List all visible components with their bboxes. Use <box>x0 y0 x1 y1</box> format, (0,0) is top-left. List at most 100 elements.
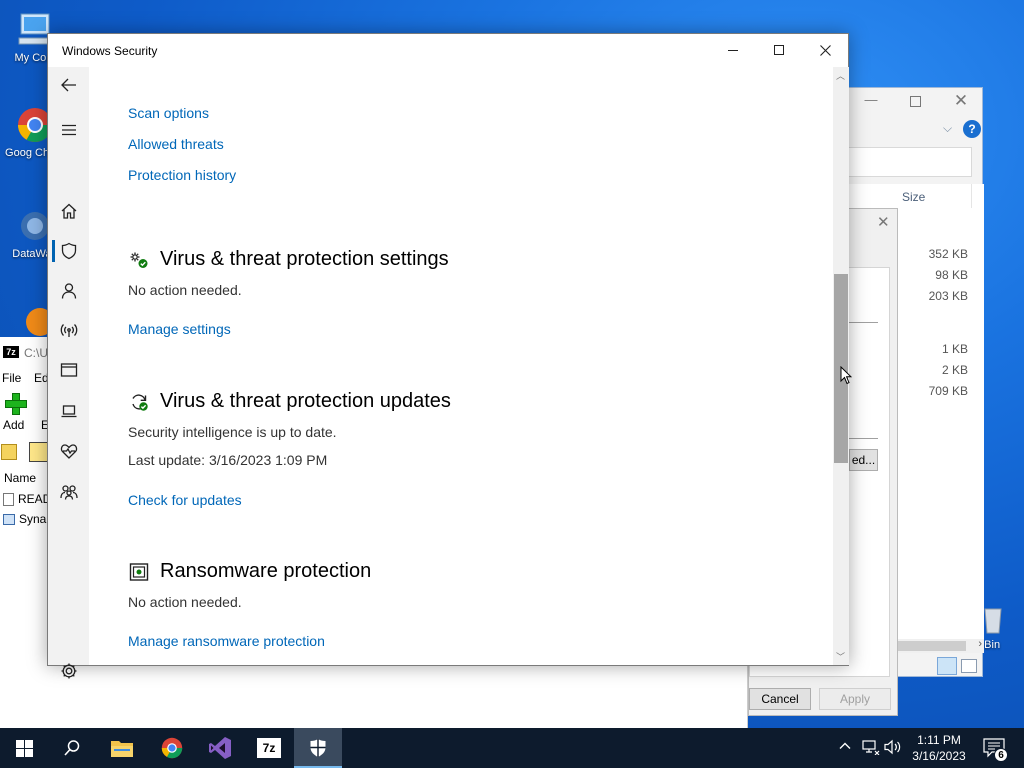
chevron-down-icon[interactable]: ⌵ <box>943 121 952 136</box>
archive-icon[interactable] <box>29 442 49 462</box>
installer-icon <box>3 513 15 525</box>
shield-icon <box>61 242 76 260</box>
folder-icon <box>111 741 133 757</box>
scroll-down-icon[interactable]: ﹀ <box>836 650 845 663</box>
minimize-button[interactable] <box>710 34 756 66</box>
sidebar-item-home[interactable] <box>48 194 89 228</box>
last-update-text: Last update: 3/16/2023 1:09 PM <box>128 452 328 468</box>
apply-button[interactable]: Apply <box>819 688 891 710</box>
windows-logo-icon <box>15 739 33 757</box>
up-folder-icon[interactable] <box>1 444 17 460</box>
windows-security-window[interactable]: Windows Security Scan options Allowed th… <box>47 33 849 679</box>
search-icon <box>64 740 80 756</box>
recycle-bin-icon <box>983 605 1003 635</box>
advanced-button[interactable]: ed... <box>849 449 878 471</box>
gear-shield-icon <box>128 249 150 271</box>
maximize-button[interactable] <box>756 34 802 66</box>
file-size: 352 KB <box>928 247 968 261</box>
allowed-threats-link[interactable]: Allowed threats <box>128 136 224 152</box>
sidebar-item-account-protection[interactable] <box>48 274 89 308</box>
taskbar-chrome[interactable] <box>148 728 196 768</box>
start-button[interactable] <box>0 728 48 768</box>
heart-pulse-icon <box>60 444 77 459</box>
column-header-size[interactable]: Size <box>902 190 925 204</box>
back-button[interactable] <box>48 68 89 102</box>
action-center-button[interactable]: 6 <box>980 736 1010 762</box>
chrome-icon <box>161 737 183 759</box>
sidebar-item-firewall[interactable] <box>48 313 89 347</box>
sidebar <box>48 67 89 679</box>
sidebar-item-device-performance[interactable] <box>48 434 89 468</box>
list-item[interactable]: READ <box>3 492 51 506</box>
person-icon <box>61 283 76 299</box>
manage-settings-link[interactable]: Manage settings <box>128 321 231 337</box>
ransomware-icon <box>128 561 150 583</box>
maximize-button[interactable] <box>895 94 935 116</box>
sidebar-item-device-security[interactable] <box>48 394 89 428</box>
refresh-icon <box>128 391 150 413</box>
help-icon[interactable]: ? <box>963 120 981 138</box>
taskbar-7zip[interactable]: 7z <box>245 728 293 768</box>
window-title: Windows Security <box>62 44 158 58</box>
add-label: Add <box>3 418 25 432</box>
file-size: 2 KB <box>941 363 968 377</box>
main-content: Scan options Allowed threats Protection … <box>89 67 833 665</box>
desktop-icon-orange-app[interactable] <box>12 300 54 342</box>
taskbar: 7z 1:11 PM 3/16/2023 6 <box>0 728 1024 768</box>
app-window-icon <box>60 363 77 377</box>
heading-text: Ransomware protection <box>160 560 372 582</box>
taskbar-visual-studio[interactable] <box>196 728 244 768</box>
search-button[interactable] <box>48 728 96 768</box>
protection-history-link[interactable]: Protection history <box>128 167 236 183</box>
taskbar-file-explorer[interactable] <box>98 728 146 768</box>
7zip-icon: 7z <box>3 346 19 358</box>
add-button[interactable]: Add <box>3 393 31 433</box>
wireless-icon <box>60 324 77 337</box>
clock[interactable]: 1:11 PM 3/16/2023 <box>906 732 972 764</box>
cancel-button[interactable]: Cancel <box>749 688 811 710</box>
sidebar-item-app-browser[interactable] <box>48 353 89 387</box>
details-view-icon[interactable] <box>937 657 957 675</box>
address-bar[interactable] <box>848 147 972 177</box>
shield-icon <box>310 739 326 757</box>
menu-button[interactable] <box>48 113 89 147</box>
section-heading-settings: Virus & threat protection settings <box>128 248 449 271</box>
large-icons-view-icon[interactable] <box>961 659 977 673</box>
scan-options-link[interactable]: Scan options <box>128 105 209 121</box>
scroll-up-icon[interactable]: ︿ <box>836 69 845 82</box>
notification-badge: 6 <box>994 748 1008 762</box>
minimize-button[interactable]: — <box>851 92 891 114</box>
file-size: 203 KB <box>928 289 968 303</box>
laptop-icon <box>61 405 76 418</box>
status-text: No action needed. <box>128 594 242 610</box>
visual-studio-icon <box>209 737 231 759</box>
list-item[interactable]: Synap <box>3 512 53 526</box>
manage-ransomware-protection-link[interactable]: Manage ransomware protection <box>128 633 325 649</box>
7zip-icon: 7z <box>257 738 281 758</box>
settings-button[interactable] <box>48 654 89 688</box>
sidebar-item-virus-protection[interactable] <box>48 234 89 268</box>
path-label: C:\U <box>24 346 48 360</box>
menu-file[interactable]: File <box>2 371 21 385</box>
close-button[interactable] <box>802 34 848 66</box>
speaker-icon <box>884 739 901 755</box>
heading-text: Virus & threat protection settings <box>160 248 449 270</box>
show-hidden-icons-button[interactable] <box>838 739 852 758</box>
taskbar-windows-security[interactable] <box>294 728 342 768</box>
volume-button[interactable] <box>884 739 902 760</box>
home-icon <box>61 203 76 219</box>
section-heading-ransomware: Ransomware protection <box>128 560 371 583</box>
status-text: No action needed. <box>128 282 242 298</box>
status-text: Security intelligence is up to date. <box>128 424 337 440</box>
close-button[interactable]: ✕ <box>877 213 890 231</box>
close-button[interactable]: ✕ <box>941 91 981 113</box>
chevron-up-icon <box>839 742 851 749</box>
column-header-name[interactable]: Name <box>4 471 36 485</box>
text-file-icon <box>3 492 14 506</box>
file-size: 98 KB <box>935 268 968 282</box>
sidebar-item-family-options[interactable] <box>48 475 89 509</box>
network-button[interactable] <box>862 739 880 760</box>
chevron-right-icon[interactable]: › <box>978 638 982 650</box>
check-for-updates-link[interactable]: Check for updates <box>128 492 242 508</box>
mouse-cursor-icon <box>840 366 852 385</box>
